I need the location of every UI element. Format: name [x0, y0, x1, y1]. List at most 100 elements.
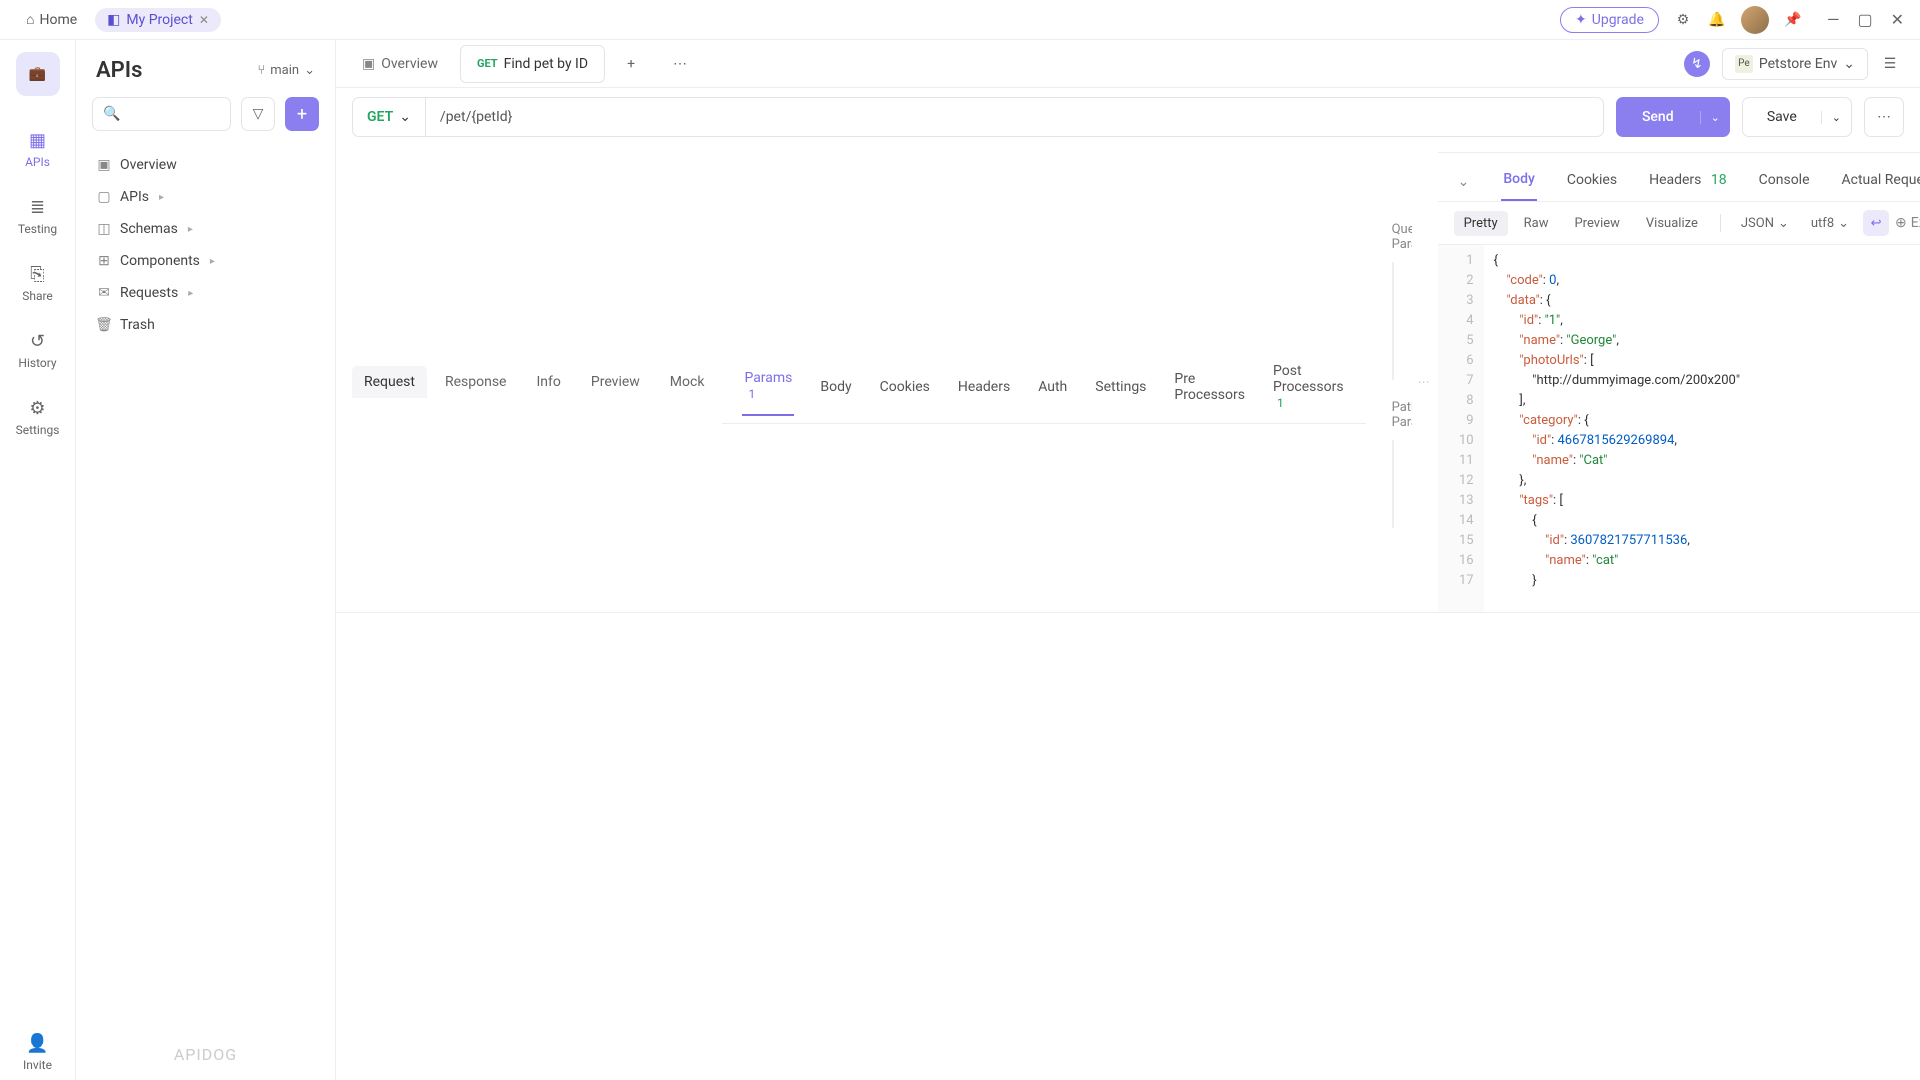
view-preview[interactable]: Preview	[1564, 211, 1629, 236]
resp-tab-actual[interactable]: Actual Request	[1840, 164, 1920, 200]
close-icon[interactable]: ✕	[199, 13, 209, 27]
quick-action-button[interactable]: ↯	[1684, 51, 1710, 77]
plus-icon: +	[627, 56, 635, 72]
paramtab-params[interactable]: Params 1	[742, 360, 794, 416]
resp-tab-cookies[interactable]: Cookies	[1565, 164, 1619, 200]
format-select[interactable]: JSON ⌄	[1733, 211, 1797, 236]
url-input[interactable]: /pet/{petId}	[426, 109, 1603, 125]
resp-tab-headers[interactable]: Headers 18	[1647, 164, 1729, 200]
settings-icon[interactable]: ⚙	[1673, 10, 1693, 30]
env-select[interactable]: Pe Petstore Env ⌄	[1722, 48, 1868, 80]
overview-icon: ▣	[362, 56, 375, 72]
send-dropdown[interactable]: ⌄	[1700, 111, 1730, 124]
project-icon: ◧	[107, 12, 120, 28]
tab-home[interactable]: ⌂ Home	[16, 7, 87, 32]
requests-icon: ✉	[96, 285, 112, 301]
close-window-icon[interactable]: ✕	[1891, 10, 1904, 29]
rail-share[interactable]: ⎘ Share	[8, 256, 68, 311]
save-button[interactable]: Save ⌄	[1742, 97, 1852, 137]
wrap-button[interactable]: ↩	[1863, 210, 1889, 236]
upgrade-button[interactable]: ✦ Upgrade	[1560, 7, 1659, 33]
tree-requests[interactable]: ✉ Requests ▸	[86, 277, 325, 309]
content-tabs: ▣ Overview GET Find pet by ID + ⋯ ↯ Pe P…	[336, 40, 1920, 88]
tab-endpoint[interactable]: GET Find pet by ID	[460, 45, 605, 83]
view-raw[interactable]: Raw	[1514, 211, 1559, 236]
paramtab-post[interactable]: Post Processors 1	[1271, 353, 1346, 423]
encoding-select[interactable]: utf8 ⌄	[1803, 211, 1857, 236]
method-select[interactable]: GET ⌄	[353, 98, 426, 136]
response-left: ⌄ Body Cookies Headers 18 Console Actual…	[1438, 153, 1920, 612]
tree-overview[interactable]: ▣ Overview	[86, 149, 325, 181]
paramtab-body[interactable]: Body	[818, 369, 853, 407]
request-more-button[interactable]: ⋯	[1864, 97, 1904, 137]
paramtab-pre[interactable]: Pre Processors	[1172, 361, 1247, 415]
tree-trash[interactable]: 🗑 Trash	[86, 309, 325, 341]
collapse-icon[interactable]: ⌄	[1458, 174, 1470, 190]
response-tabs: ⌄ Body Cookies Headers 18 Console Actual…	[1438, 153, 1920, 202]
paramtab-cookies[interactable]: Cookies	[878, 369, 932, 407]
save-dropdown[interactable]: ⌄	[1821, 111, 1851, 124]
rail-apis[interactable]: ▦ APIs	[8, 122, 68, 177]
tree-overview-label: Overview	[120, 157, 177, 173]
tab-project[interactable]: ◧ My Project ✕	[95, 8, 221, 32]
testing-icon: ≣	[30, 197, 45, 218]
window-controls: — ▢ ✕	[1827, 10, 1904, 29]
subtab-mock[interactable]: Mock	[658, 366, 717, 398]
paramtab-auth[interactable]: Auth	[1036, 369, 1069, 407]
trash-icon: 🗑	[96, 317, 112, 333]
add-button[interactable]: +	[285, 97, 319, 131]
chevron-down-icon: ⌄	[1843, 56, 1855, 72]
subtab-info[interactable]: Info	[524, 366, 572, 398]
request-subtabs: Request Response Info Preview Mock Param…	[336, 146, 1920, 613]
rail-invite[interactable]: 👤 Invite	[8, 1025, 68, 1080]
tab-overview[interactable]: ▣ Overview	[346, 46, 454, 82]
menu-icon[interactable]: ☰	[1880, 54, 1900, 74]
subtab-request[interactable]: Request	[352, 366, 427, 398]
avatar[interactable]	[1741, 6, 1769, 34]
tab-more-button[interactable]: ⋯	[657, 46, 703, 82]
pin-icon[interactable]: 📌	[1783, 10, 1803, 30]
minimize-icon[interactable]: —	[1827, 10, 1840, 29]
tab-overview-label: Overview	[381, 56, 438, 72]
rail-history[interactable]: ↺ History	[8, 323, 68, 378]
extraction-button[interactable]: ⊕ Extraction	[1895, 215, 1920, 231]
tab-endpoint-label: Find pet by ID	[504, 56, 588, 72]
subtab-response[interactable]: Response	[433, 366, 519, 398]
response-code[interactable]: 1234567891011121314151617 { "code": 0, "…	[1438, 245, 1920, 612]
view-visualize[interactable]: Visualize	[1636, 211, 1708, 236]
resp-tab-body[interactable]: Body	[1501, 163, 1537, 201]
history-icon: ↺	[30, 331, 45, 352]
rail-testing-label: Testing	[18, 222, 57, 236]
paramtab-settings[interactable]: Settings	[1093, 369, 1148, 407]
resp-tab-headers-label: Headers	[1649, 172, 1701, 188]
code-content[interactable]: { "code": 0, "data": { "id": "1", "name"…	[1484, 245, 1920, 612]
search-input[interactable]: 🔍	[92, 97, 231, 131]
tree-apis[interactable]: ▢ APIs ▸	[86, 181, 325, 213]
response-area: ⌄ Body Cookies Headers 18 Console Actual…	[1438, 152, 1920, 612]
view-pretty[interactable]: Pretty	[1454, 211, 1508, 236]
tree-apis-label: APIs	[120, 189, 149, 205]
send-button[interactable]: Send ⌄	[1616, 97, 1730, 137]
params-count: 1	[748, 387, 755, 401]
paramtab-headers[interactable]: Headers	[956, 369, 1012, 407]
branch-select[interactable]: ⑂ main ⌄	[257, 63, 315, 78]
maximize-icon[interactable]: ▢	[1857, 10, 1872, 29]
sidebar-header: APIs ⑂ main ⌄	[76, 40, 335, 97]
titlebar-right: ✦ Upgrade ⚙ 🔔 📌 — ▢ ✕	[1560, 6, 1904, 34]
resize-handle[interactable]: ⋯	[1418, 373, 1432, 391]
tree-components[interactable]: ⊞ Components ▸	[86, 245, 325, 277]
resp-tab-console[interactable]: Console	[1757, 164, 1812, 200]
brand-logo: APIDOG	[76, 1029, 335, 1080]
filter-button[interactable]: ▽	[241, 97, 275, 131]
rail-settings[interactable]: ⚙ Settings	[8, 390, 68, 445]
subtab-preview[interactable]: Preview	[579, 366, 652, 398]
workspace-logo[interactable]: 💼	[16, 52, 60, 96]
extract-icon: ⊕	[1895, 215, 1907, 231]
tree-schemas[interactable]: ◫ Schemas ▸	[86, 213, 325, 245]
params-panel: Query Params Name Value Type Description…	[1372, 206, 1412, 558]
bell-icon[interactable]: 🔔	[1707, 10, 1727, 30]
rail-testing[interactable]: ≣ Testing	[8, 189, 68, 244]
add-tab-button[interactable]: +	[611, 46, 651, 82]
request-row: GET ⌄ /pet/{petId} Send ⌄ Save ⌄ ⋯	[336, 88, 1920, 146]
view-row: Pretty Raw Preview Visualize JSON ⌄ utf8…	[1438, 202, 1920, 245]
